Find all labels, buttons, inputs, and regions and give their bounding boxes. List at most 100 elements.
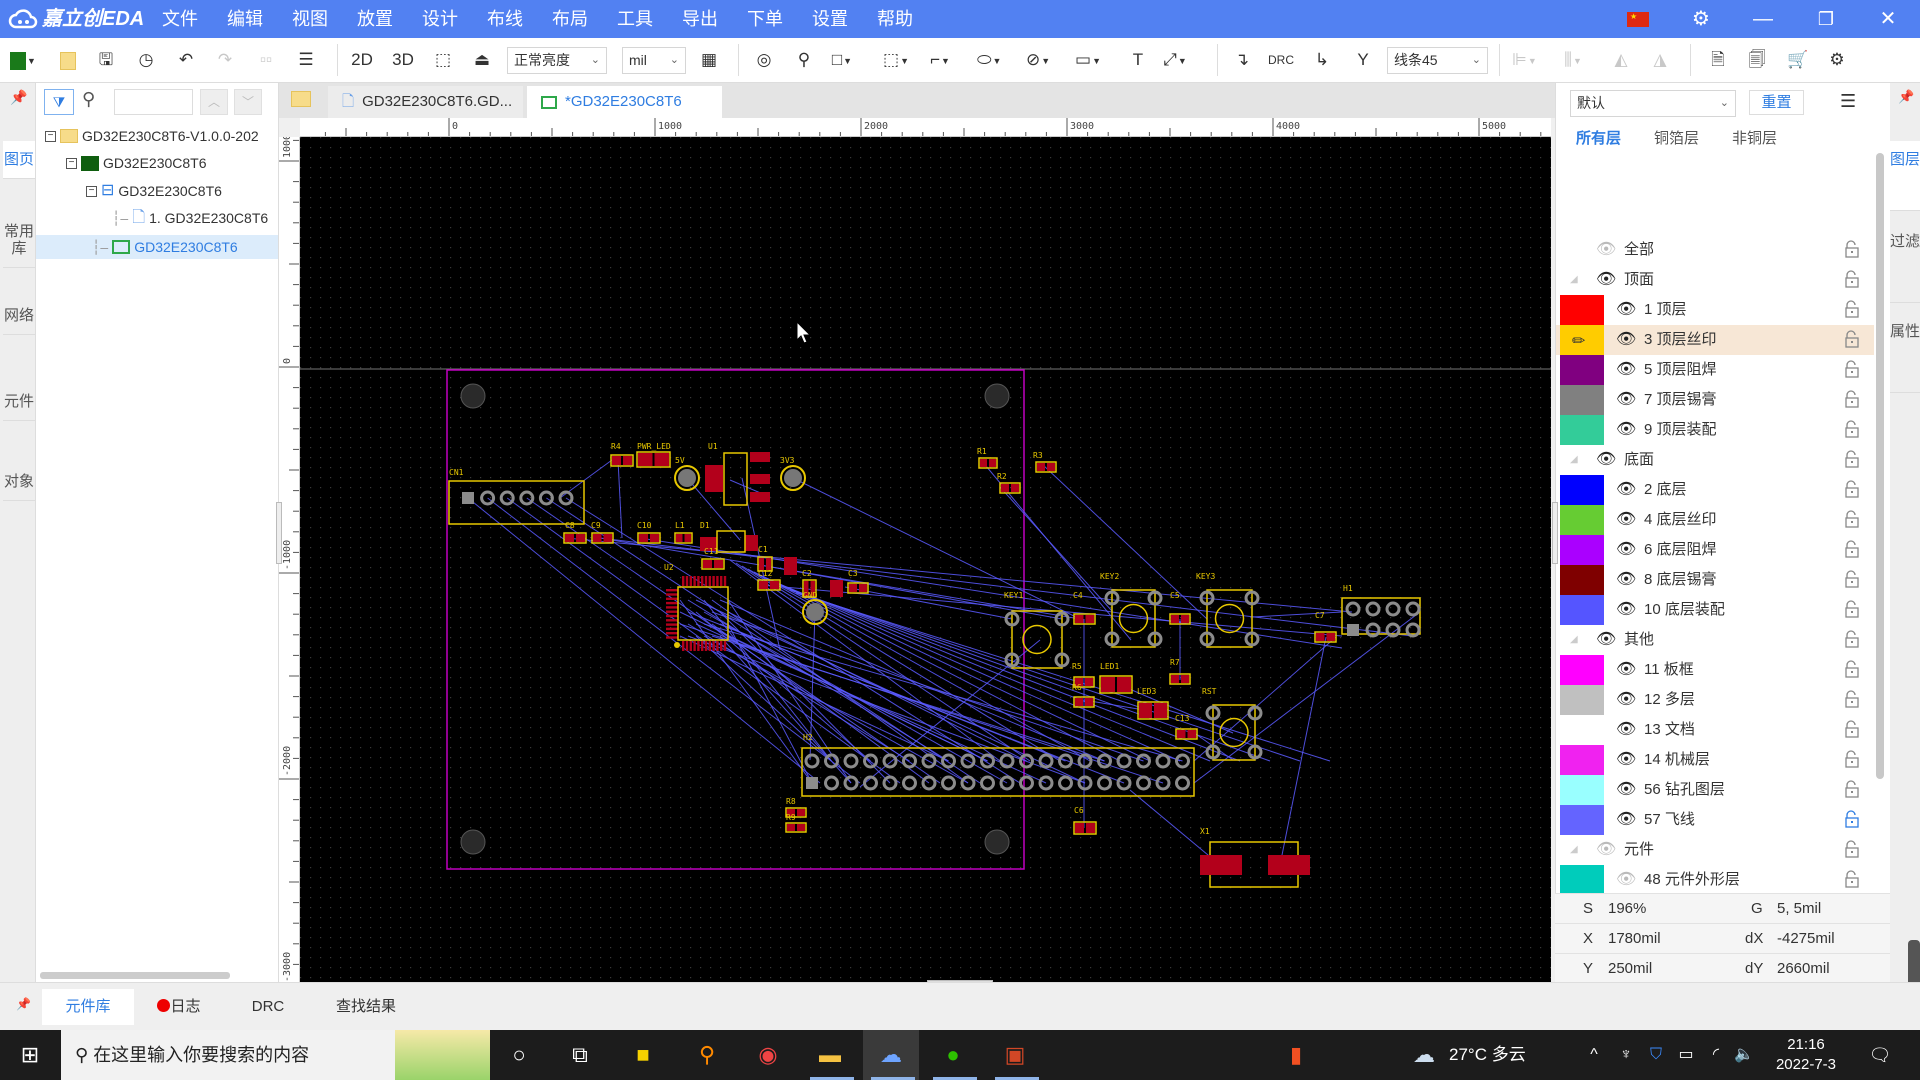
layer-group[interactable]: 👁 全部	[1556, 235, 1874, 265]
save-button[interactable]: 🖫	[94, 46, 118, 74]
view-3d-button[interactable]: 3D	[391, 46, 415, 74]
sticky-notes-icon[interactable]: ■	[615, 1030, 671, 1080]
layer-row[interactable]: 👁 1 顶层	[1556, 295, 1874, 325]
left-tab[interactable]: 图页	[3, 141, 35, 179]
lock-icon[interactable]	[1844, 630, 1860, 648]
tree-search-input[interactable]	[114, 89, 193, 115]
lock-icon[interactable]	[1844, 600, 1860, 618]
eye-icon[interactable]: 👁	[1616, 745, 1636, 775]
wifi-icon[interactable]: ◜	[1702, 1030, 1730, 1080]
eye-icon[interactable]: 👁	[1616, 535, 1636, 565]
single-route-icon[interactable]: ↳	[1310, 46, 1334, 74]
eye-icon[interactable]: 👁	[1616, 805, 1636, 835]
eye-hidden-icon[interactable]: 👁	[1616, 865, 1636, 895]
tab-find-results[interactable]: 查找结果	[312, 989, 420, 1025]
layer-row[interactable]: 👁 13 文档	[1556, 715, 1874, 745]
layer-row[interactable]: 👁 8 底层锡膏	[1556, 565, 1874, 595]
tree-item-pcb[interactable]: ┆– GD32E230C8T6	[92, 235, 238, 259]
gerber-icon[interactable]: 🗎	[1706, 46, 1730, 74]
lock-icon[interactable]	[1844, 390, 1860, 408]
collapse-icon[interactable]: −	[86, 185, 97, 197]
collapse-icon[interactable]: −	[66, 157, 77, 169]
layer-row[interactable]: 👁 9 顶层装配	[1556, 415, 1874, 445]
find-button[interactable]: ☰	[294, 46, 318, 74]
layer-color-swatch[interactable]	[1560, 385, 1604, 415]
tab-component-library[interactable]: 元件库	[42, 989, 134, 1025]
reset-button[interactable]: 重置	[1749, 90, 1804, 115]
layer-filter-tab[interactable]: 所有层	[1576, 127, 1621, 148]
layer-list-scrollbar[interactable]	[1876, 153, 1884, 779]
redo-button[interactable]: ↷	[213, 46, 237, 74]
eye-icon[interactable]: 👁	[1616, 505, 1636, 535]
layer-filter-tab[interactable]: 非铜层	[1732, 127, 1777, 148]
layer-color-swatch[interactable]	[1560, 805, 1604, 835]
rect-copper-icon[interactable]: □▼	[830, 46, 854, 74]
expand-triangle-icon[interactable]: ◢	[1570, 265, 1578, 295]
wechat-icon[interactable]: ●	[925, 1030, 981, 1080]
tab-drc[interactable]: DRC	[224, 989, 312, 1025]
weather-text[interactable]: 27°C 多云	[1449, 1030, 1526, 1080]
unit-select[interactable]: mil ⌄	[622, 47, 686, 74]
powerpoint-icon[interactable]: ▣	[987, 1030, 1043, 1080]
layer-row[interactable]: 👁 12 多层	[1556, 685, 1874, 715]
layer-color-swatch[interactable]	[1560, 775, 1604, 805]
toolbar-settings-icon[interactable]: ⚙	[1825, 46, 1849, 74]
right-panel-collapse-handle[interactable]	[1552, 502, 1558, 564]
eye-icon[interactable]: 👁	[1616, 775, 1636, 805]
cortana-icon[interactable]: ○	[491, 1030, 547, 1080]
right-tab[interactable]: 图层	[1890, 141, 1920, 211]
layer-row[interactable]: 👁 10 底层装配	[1556, 595, 1874, 625]
eye-icon[interactable]: 👁	[1616, 715, 1636, 745]
drc-button[interactable]: DRC	[1268, 46, 1294, 74]
tree-horizontal-scrollbar[interactable]	[40, 972, 230, 979]
layer-color-swatch[interactable]	[1560, 355, 1604, 385]
polygon-icon[interactable]: ⌐▼	[928, 46, 952, 74]
restore-button[interactable]: ❐	[1801, 0, 1851, 38]
left-tab[interactable]: 常用库	[3, 213, 35, 268]
search-icon[interactable]: ⚲	[82, 89, 95, 110]
layer-group[interactable]: ◢ 👁 元件	[1556, 835, 1874, 865]
pcb-canvas[interactable]: CN1 R4 PWR_LED U1 5V 3V3 C8 C9 C10 L1 D1 C11 C1 C12 C2…	[300, 137, 1551, 982]
view-2d-button[interactable]: 2D	[350, 46, 374, 74]
lock-icon[interactable]	[1844, 750, 1860, 768]
layer-color-swatch[interactable]	[1560, 475, 1604, 505]
tab-log[interactable]: 日志	[134, 989, 224, 1025]
lock-icon[interactable]	[1844, 300, 1860, 318]
layer-row[interactable]: 👁 6 底层阻焊	[1556, 535, 1874, 565]
layer-color-swatch[interactable]	[1560, 715, 1604, 745]
lock-icon[interactable]	[1844, 570, 1860, 588]
left-tab[interactable]: 对象	[3, 463, 35, 501]
eye-icon[interactable]: 👁	[1616, 475, 1636, 505]
distribute-icon[interactable]: ⫼▼	[1561, 46, 1585, 74]
filter-button[interactable]: ⧩	[44, 89, 74, 115]
pin-icon[interactable]: 📌	[16, 997, 31, 1011]
lock-icon[interactable]	[1844, 510, 1860, 528]
tray-usb-icon[interactable]: ♆	[1612, 1030, 1640, 1080]
eye-icon[interactable]: 👁	[1616, 595, 1636, 625]
menu-item[interactable]: 放置	[343, 0, 407, 38]
lock-icon[interactable]	[1844, 480, 1860, 498]
left-tab[interactable]: 网络	[3, 297, 35, 335]
lock-icon[interactable]	[1844, 240, 1860, 258]
expand-triangle-icon[interactable]: ◢	[1570, 835, 1578, 865]
layer-row[interactable]: 👁 48 元件外形层	[1556, 865, 1874, 895]
zoom-area-icon[interactable]: ⬚	[431, 46, 455, 74]
lock-icon[interactable]	[1844, 540, 1860, 558]
layer-color-swatch[interactable]	[1560, 685, 1604, 715]
clock[interactable]: 21:16 2022-7-3	[1770, 1035, 1842, 1075]
menu-item[interactable]: 设计	[408, 0, 472, 38]
tab-pcb[interactable]: *GD32E230C8T6	[527, 86, 722, 118]
tray-app-icon[interactable]: ▮	[1268, 1030, 1324, 1080]
expand-triangle-icon[interactable]: ◢	[1570, 625, 1578, 655]
eye-hidden-icon[interactable]: 👁	[1596, 835, 1616, 865]
layer-group[interactable]: ◢ 👁 其他	[1556, 625, 1874, 655]
language-flag-icon[interactable]: ★	[1613, 0, 1663, 38]
close-button[interactable]: ✕	[1863, 0, 1913, 38]
eye-icon[interactable]: 👁	[1596, 445, 1616, 475]
eye-icon[interactable]: 👁	[1616, 325, 1636, 355]
bom-icon[interactable]: 🗐	[1745, 46, 1769, 74]
layer-row[interactable]: 👁 57 飞线	[1556, 805, 1874, 835]
tree-item-board[interactable]: − GD32E230C8T6	[66, 151, 207, 175]
lock-icon[interactable]	[1844, 780, 1860, 798]
eye-icon[interactable]: 👁	[1616, 385, 1636, 415]
